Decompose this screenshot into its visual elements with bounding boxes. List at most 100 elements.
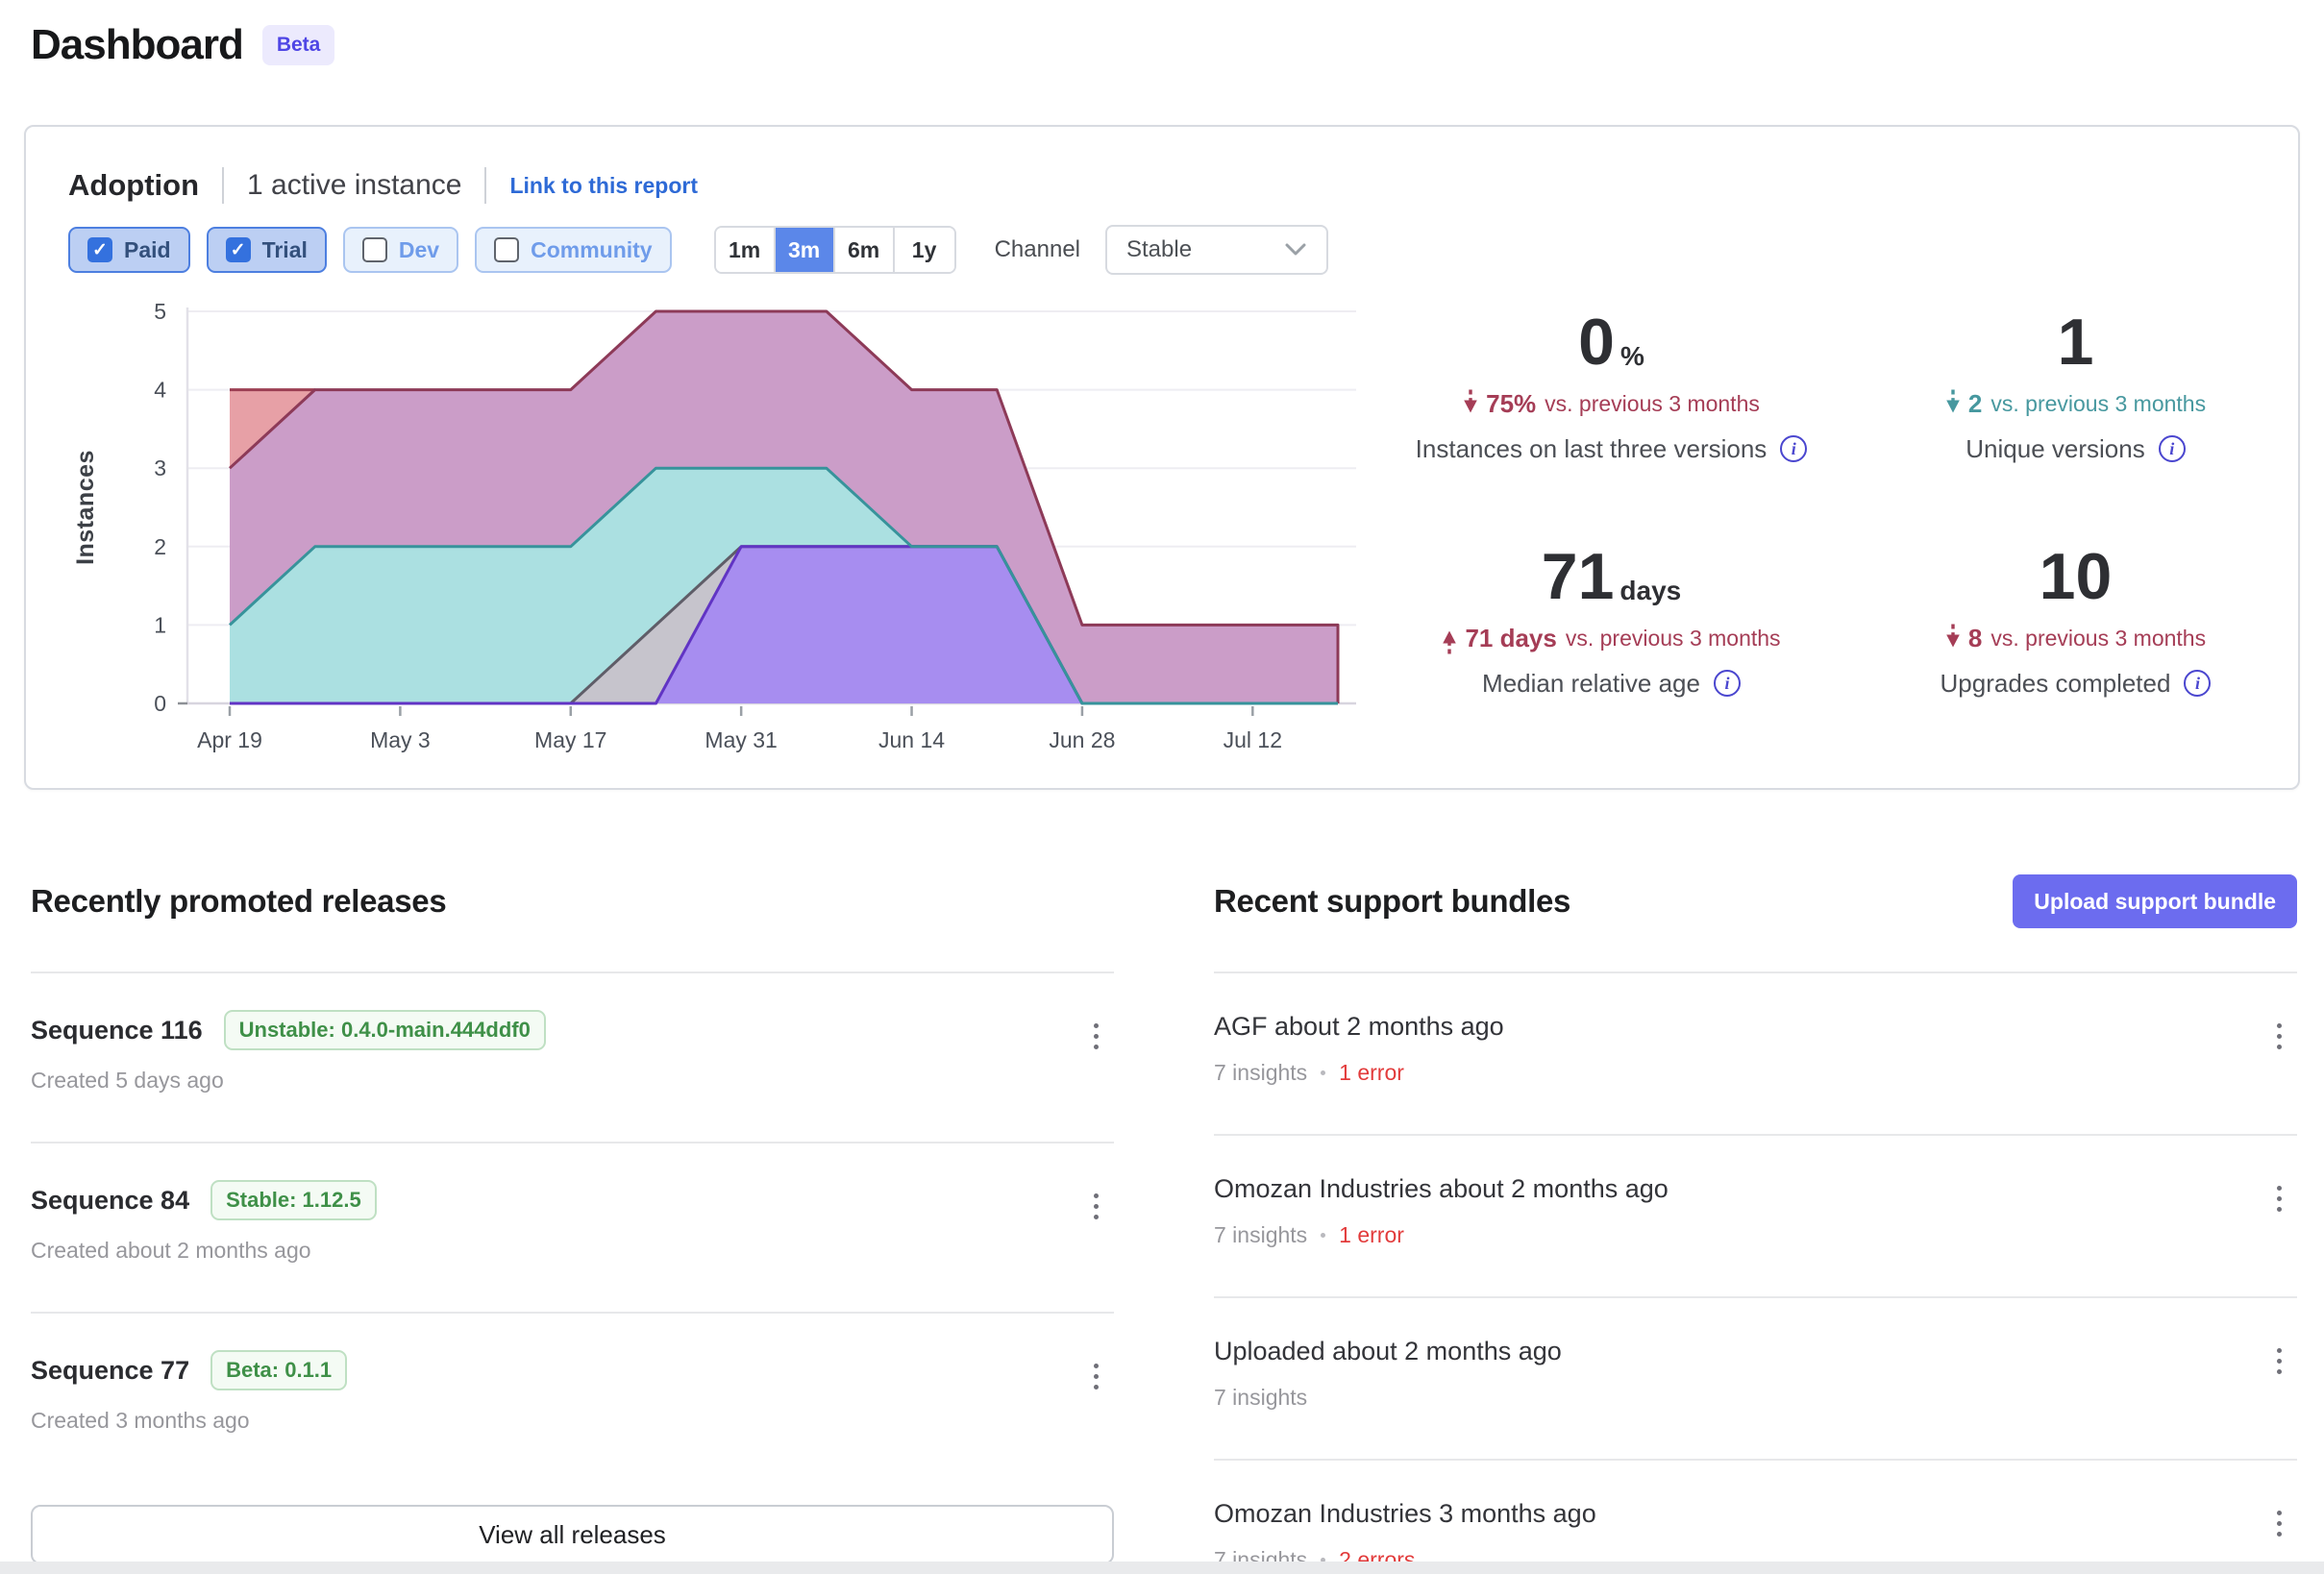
release-created: Created about 2 months ago <box>31 1238 311 1264</box>
divider <box>484 167 486 204</box>
support-bundle-item: Uploaded about 2 months ago 7 insights <box>1214 1296 2297 1459</box>
svg-text:2: 2 <box>154 534 166 559</box>
release-version-badge: Beta: 0.1.1 <box>210 1350 347 1390</box>
license-type-filters: ✓ Paid ✓ Trial Dev Community <box>68 227 672 273</box>
release-title: Sequence 77 <box>31 1354 189 1387</box>
svg-text:May 17: May 17 <box>534 727 606 752</box>
bundle-title[interactable]: Uploaded about 2 months ago <box>1214 1335 1562 1367</box>
chevron-down-icon <box>1284 242 1307 258</box>
checkbox-icon <box>494 237 519 262</box>
release-created: Created 5 days ago <box>31 1068 224 1094</box>
stat-value: 71days <box>1542 544 1681 609</box>
release-item: Sequence 84 Stable: 1.12.5 Created about… <box>31 1142 1114 1312</box>
filter-label: Paid <box>124 237 171 263</box>
kebab-menu-icon[interactable] <box>1088 1188 1104 1225</box>
releases-heading: Recently promoted releases <box>31 883 446 920</box>
link-to-this-report[interactable]: Link to this report <box>509 173 698 199</box>
range-1m[interactable]: 1m <box>716 228 776 272</box>
svg-text:4: 4 <box>154 378 166 403</box>
bundle-list: AGF about 2 months ago 7 insights 1 erro… <box>1214 971 2297 1574</box>
bundle-title[interactable]: Omozan Industries about 2 months ago <box>1214 1172 1669 1205</box>
info-icon[interactable]: i <box>2184 670 2211 697</box>
svg-text:Jun 14: Jun 14 <box>878 727 945 752</box>
filter-label: Trial <box>262 237 308 263</box>
bundle-errors: 1 error <box>1339 1060 1404 1086</box>
channel-selected-value: Stable <box>1126 236 1192 263</box>
adoption-stats: 0% 75%vs. previous 3 months Instances on… <box>1379 269 2308 738</box>
filter-community[interactable]: Community <box>475 227 672 273</box>
filter-label: Dev <box>399 237 439 263</box>
view-all-releases-button[interactable]: View all releases <box>31 1505 1114 1564</box>
svg-text:Instances: Instances <box>72 450 99 565</box>
checkbox-icon: ✓ <box>87 237 112 262</box>
info-icon[interactable]: i <box>2159 435 2186 462</box>
release-list: Sequence 116 Unstable: 0.4.0-main.444ddf… <box>31 971 1114 1482</box>
svg-text:May 31: May 31 <box>705 727 777 752</box>
release-version-badge: Unstable: 0.4.0-main.444ddf0 <box>224 1010 546 1050</box>
range-6m[interactable]: 6m <box>835 228 895 272</box>
stat-change: 2vs. previous 3 months <box>1945 388 2206 421</box>
release-version-badge: Stable: 1.12.5 <box>210 1180 377 1220</box>
filter-paid[interactable]: ✓ Paid <box>68 227 190 273</box>
bottom-strip <box>0 1562 2324 1574</box>
stat-card: 1 2vs. previous 3 months Unique versions… <box>1843 269 2308 504</box>
range-3m[interactable]: 3m <box>776 228 835 272</box>
time-range-selector: 1m 3m 6m 1y <box>714 226 956 274</box>
bundle-errors: 1 error <box>1339 1222 1404 1248</box>
release-title: Sequence 116 <box>31 1014 203 1046</box>
support-bundle-item: Omozan Industries 3 months ago 7 insight… <box>1214 1459 2297 1574</box>
stat-change: 75%vs. previous 3 months <box>1463 388 1760 421</box>
kebab-menu-icon[interactable] <box>1088 1358 1104 1395</box>
adoption-area-chart: 012345Apr 19May 3May 17May 31Jun 14Jun 2… <box>64 296 1373 757</box>
trend-arrow-icon <box>1945 388 1961 421</box>
stat-change: 8vs. previous 3 months <box>1945 623 2206 655</box>
kebab-menu-icon[interactable] <box>2271 1505 2287 1542</box>
stat-label: Instances on last three versions i <box>1416 434 1808 464</box>
kebab-menu-icon[interactable] <box>2271 1180 2287 1217</box>
upload-support-bundle-button[interactable]: Upload support bundle <box>2013 874 2297 928</box>
bundle-title[interactable]: Omozan Industries 3 months ago <box>1214 1497 1596 1530</box>
filter-dev[interactable]: Dev <box>343 227 458 273</box>
filter-trial[interactable]: ✓ Trial <box>207 227 327 273</box>
stat-label: Upgrades completed i <box>1941 669 2212 699</box>
stat-value: 1 <box>2058 309 2094 375</box>
meta-separator-dot <box>1321 1070 1325 1075</box>
lower-columns: Recently promoted releases Sequence 116 … <box>31 870 2297 1574</box>
trend-arrow-icon <box>1442 623 1457 655</box>
range-1y[interactable]: 1y <box>895 228 954 272</box>
release-title: Sequence 84 <box>31 1184 189 1217</box>
stat-label: Median relative age i <box>1482 669 1741 699</box>
release-item: Sequence 77 Beta: 0.1.1 Created 3 months… <box>31 1312 1114 1482</box>
checkbox-icon <box>362 237 387 262</box>
svg-text:1: 1 <box>154 612 166 637</box>
filter-label: Community <box>531 237 653 263</box>
stat-card: 10 8vs. previous 3 months Upgrades compl… <box>1843 504 2308 738</box>
stat-card: 0% 75%vs. previous 3 months Instances on… <box>1379 269 1843 504</box>
svg-text:May 3: May 3 <box>370 727 431 752</box>
bundle-insights: 7 insights <box>1214 1060 1307 1086</box>
stat-value: 0% <box>1578 309 1644 375</box>
kebab-menu-icon[interactable] <box>2271 1018 2287 1055</box>
trend-arrow-icon <box>1945 623 1961 655</box>
beta-badge: Beta <box>262 25 335 65</box>
kebab-menu-icon[interactable] <box>1088 1018 1104 1055</box>
release-created: Created 3 months ago <box>31 1408 250 1434</box>
channel-dropdown[interactable]: Stable <box>1105 225 1328 275</box>
stat-card: 71days 71 daysvs. previous 3 months Medi… <box>1379 504 1843 738</box>
adoption-title: Adoption <box>68 168 199 203</box>
info-icon[interactable]: i <box>1714 670 1741 697</box>
releases-column: Recently promoted releases Sequence 116 … <box>31 870 1114 1574</box>
svg-text:3: 3 <box>154 455 166 480</box>
page-title: Dashboard <box>31 21 243 69</box>
kebab-menu-icon[interactable] <box>2271 1342 2287 1380</box>
bundle-title[interactable]: AGF about 2 months ago <box>1214 1010 1504 1043</box>
info-icon[interactable]: i <box>1780 435 1807 462</box>
svg-text:0: 0 <box>154 691 166 716</box>
support-bundle-item: AGF about 2 months ago 7 insights 1 erro… <box>1214 971 2297 1134</box>
svg-text:Jun 28: Jun 28 <box>1049 727 1115 752</box>
trend-arrow-icon <box>1463 388 1478 421</box>
svg-text:Jul 12: Jul 12 <box>1224 727 1282 752</box>
adoption-card-header: Adoption 1 active instance Link to this … <box>68 167 698 204</box>
bundle-insights: 7 insights <box>1214 1222 1307 1248</box>
bundles-heading: Recent support bundles <box>1214 883 1570 920</box>
